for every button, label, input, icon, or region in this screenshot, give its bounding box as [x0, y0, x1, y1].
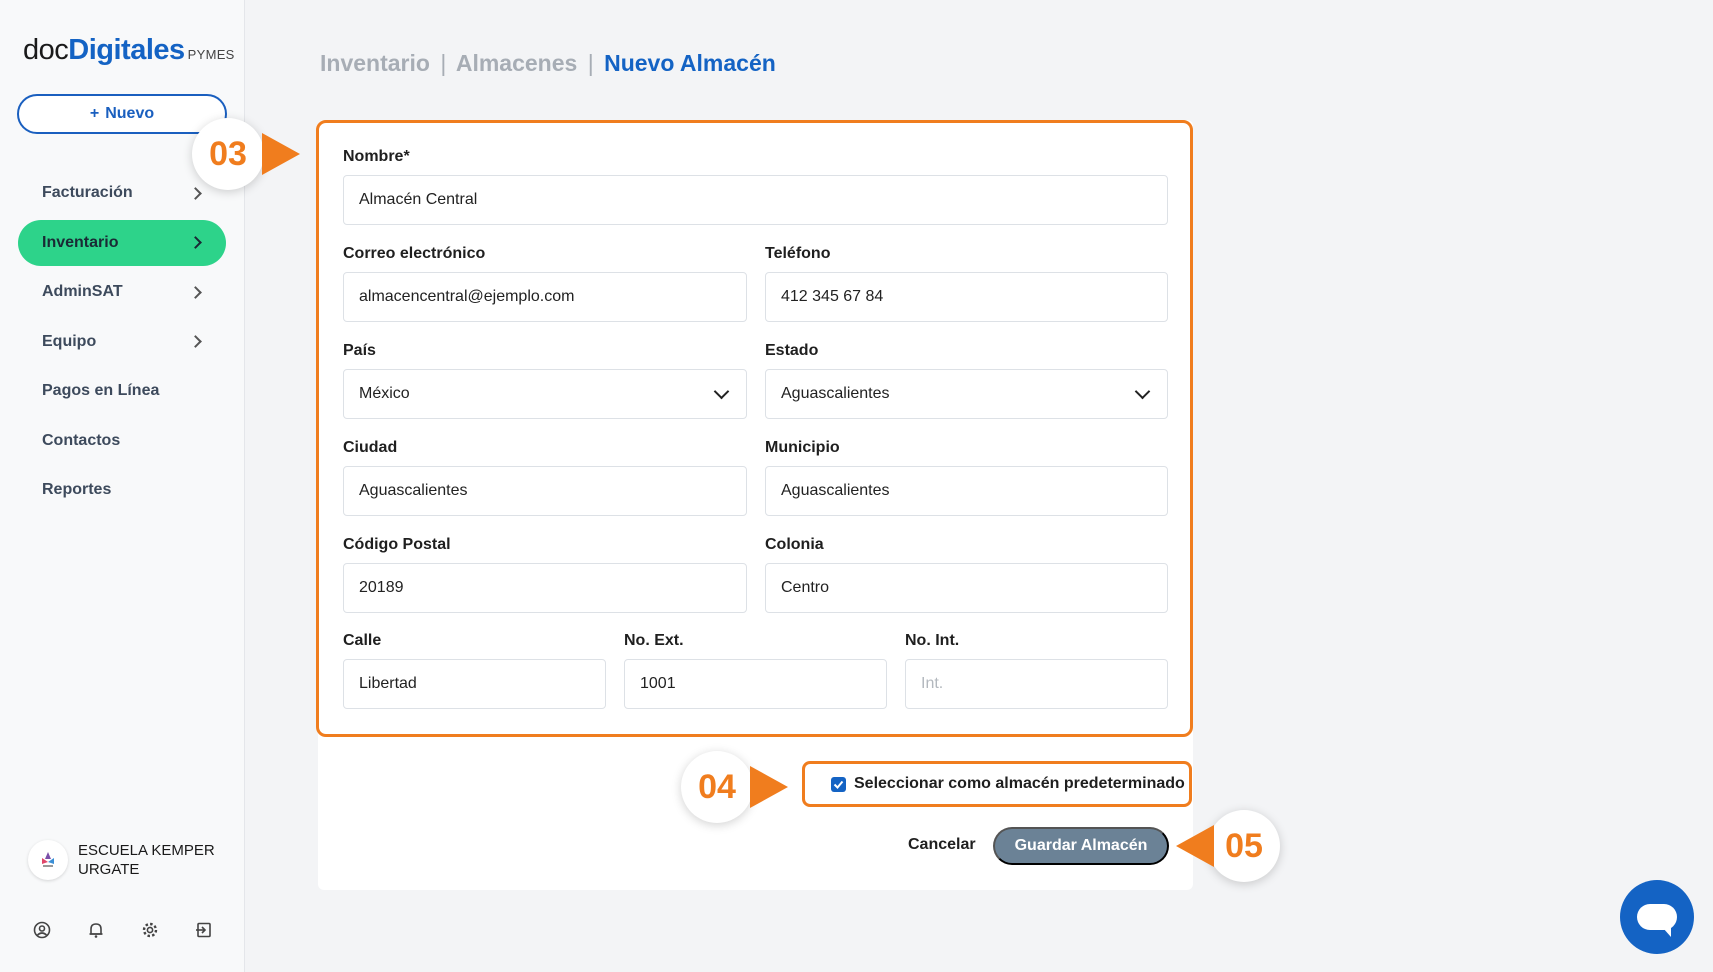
breadcrumb: Inventario | Almacenes | Nuevo Almacén: [320, 50, 776, 77]
sidebar-item-label: Inventario: [42, 233, 119, 251]
no-int-placeholder: Int.: [921, 675, 944, 692]
estado-value: Aguascalientes: [781, 385, 890, 402]
sidebar-item-label: Pagos en Línea: [42, 382, 160, 399]
chevron-right-icon: [189, 186, 202, 200]
default-warehouse-checkbox-row[interactable]: Seleccionar como almacén predeterminado: [802, 761, 1192, 807]
new-button-label: Nuevo: [105, 105, 155, 122]
chevron-right-icon: [189, 285, 202, 299]
codigo-postal-input[interactable]: 20189: [343, 563, 747, 613]
chat-bubble-icon: [1637, 904, 1677, 937]
ciudad-input[interactable]: Aguascalientes: [343, 466, 747, 516]
pais-value: México: [359, 385, 410, 402]
breadcrumb-inventario[interactable]: Inventario: [320, 50, 430, 76]
chevron-right-icon: [189, 236, 202, 249]
sidebar-item-reportes[interactable]: Reportes: [18, 467, 226, 513]
step-arrow-right-icon: [262, 133, 300, 175]
ciudad-label: Ciudad: [343, 439, 398, 456]
sidebar-item-inventario[interactable]: Inventario: [18, 219, 226, 266]
telefono-value: 412 345 67 84: [781, 288, 884, 305]
no-ext-value: 1001: [640, 675, 676, 692]
account-name-line2: URGATE: [78, 861, 140, 878]
sidebar-bottom-icons: [32, 920, 214, 940]
logo-text-digitales: Digitales: [68, 34, 185, 66]
default-warehouse-checkbox[interactable]: [831, 776, 846, 792]
chevron-right-icon: [189, 335, 202, 348]
new-button[interactable]: + Nuevo: [17, 94, 227, 134]
no-int-input[interactable]: Int.: [905, 659, 1168, 709]
no-ext-input[interactable]: 1001: [624, 659, 887, 709]
step-badge-03: 03: [192, 118, 264, 190]
calle-label: Calle: [343, 632, 382, 649]
breadcrumb-separator: |: [440, 50, 447, 76]
bell-icon[interactable]: [86, 920, 106, 940]
sidebar-nav: Facturación Inventario AdminSAT Equipo P…: [18, 170, 226, 517]
sidebar-item-adminsat[interactable]: AdminSAT: [18, 269, 226, 315]
default-warehouse-label: Seleccionar como almacén predeterminado: [854, 775, 1185, 792]
pais-label: País: [343, 342, 376, 359]
logo-text-doc: doc: [23, 34, 69, 66]
codigo-postal-label: Código Postal: [343, 536, 451, 553]
no-ext-label: No. Ext.: [624, 632, 684, 649]
sidebar-item-label: Facturación: [42, 184, 133, 201]
estado-label: Estado: [765, 342, 819, 359]
sidebar-item-label: Contactos: [42, 431, 121, 449]
sidebar-item-equipo[interactable]: Equipo: [18, 319, 226, 365]
no-int-label: No. Int.: [905, 632, 960, 649]
pais-select[interactable]: México: [343, 369, 747, 419]
account-name: ESCUELA KEMPER URGATE: [78, 841, 215, 879]
sidebar-item-contactos[interactable]: Contactos: [18, 418, 226, 464]
account-avatar: [28, 840, 68, 880]
logo-text-pymes: PYMES: [187, 47, 235, 62]
telefono-label: Teléfono: [765, 245, 831, 262]
chevron-down-icon: [1134, 383, 1151, 399]
step-badge-04: 04: [681, 751, 753, 823]
correo-input[interactable]: almacencentral@ejemplo.com: [343, 272, 747, 322]
sidebar-item-label: Equipo: [42, 332, 97, 350]
save-warehouse-button[interactable]: Guardar Almacén: [993, 827, 1169, 865]
nombre-label: Nombre*: [343, 148, 410, 165]
account-name-line1: ESCUELA KEMPER: [78, 842, 215, 859]
user-icon[interactable]: [32, 920, 52, 940]
estado-select[interactable]: Aguascalientes: [765, 369, 1168, 419]
nombre-value: Almacén Central: [359, 191, 478, 208]
colonia-value: Centro: [781, 579, 830, 596]
sidebar-item-facturacion[interactable]: Facturación: [18, 170, 226, 216]
app-logo[interactable]: docDigitales PYMES: [23, 34, 235, 67]
correo-value: almacencentral@ejemplo.com: [359, 288, 575, 305]
sidebar-item-label: Reportes: [42, 481, 112, 498]
ciudad-value: Aguascalientes: [359, 482, 468, 499]
municipio-value: Aguascalientes: [781, 482, 890, 499]
municipio-input[interactable]: Aguascalientes: [765, 466, 1168, 516]
checkmark-icon: [833, 780, 844, 789]
step-badge-05: 05: [1208, 810, 1280, 882]
step-arrow-right-icon: [750, 766, 788, 808]
telefono-input[interactable]: 412 345 67 84: [765, 272, 1168, 322]
breadcrumb-almacenes[interactable]: Almacenes: [456, 50, 577, 76]
breadcrumb-separator: |: [587, 50, 594, 76]
calle-value: Libertad: [359, 675, 417, 692]
breadcrumb-current: Nuevo Almacén: [604, 50, 776, 76]
nombre-input[interactable]: Almacén Central: [343, 175, 1168, 225]
account-switcher[interactable]: ESCUELA KEMPER URGATE: [28, 840, 215, 880]
plus-icon: +: [89, 105, 100, 122]
step-arrow-left-icon: [1176, 825, 1214, 867]
cancel-button[interactable]: Cancelar: [908, 836, 976, 854]
colonia-label: Colonia: [765, 536, 824, 553]
calle-input[interactable]: Libertad: [343, 659, 606, 709]
codigo-postal-value: 20189: [359, 579, 404, 596]
municipio-label: Municipio: [765, 439, 840, 456]
school-logo-icon: [42, 852, 54, 867]
gear-icon[interactable]: [140, 920, 160, 940]
sidebar-item-label: AdminSAT: [42, 283, 123, 300]
chat-button[interactable]: [1620, 880, 1694, 954]
chevron-down-icon: [713, 383, 730, 399]
sidebar-item-pagos[interactable]: Pagos en Línea: [18, 368, 226, 414]
logout-icon[interactable]: [194, 920, 214, 940]
colonia-input[interactable]: Centro: [765, 563, 1168, 613]
correo-label: Correo electrónico: [343, 245, 486, 262]
